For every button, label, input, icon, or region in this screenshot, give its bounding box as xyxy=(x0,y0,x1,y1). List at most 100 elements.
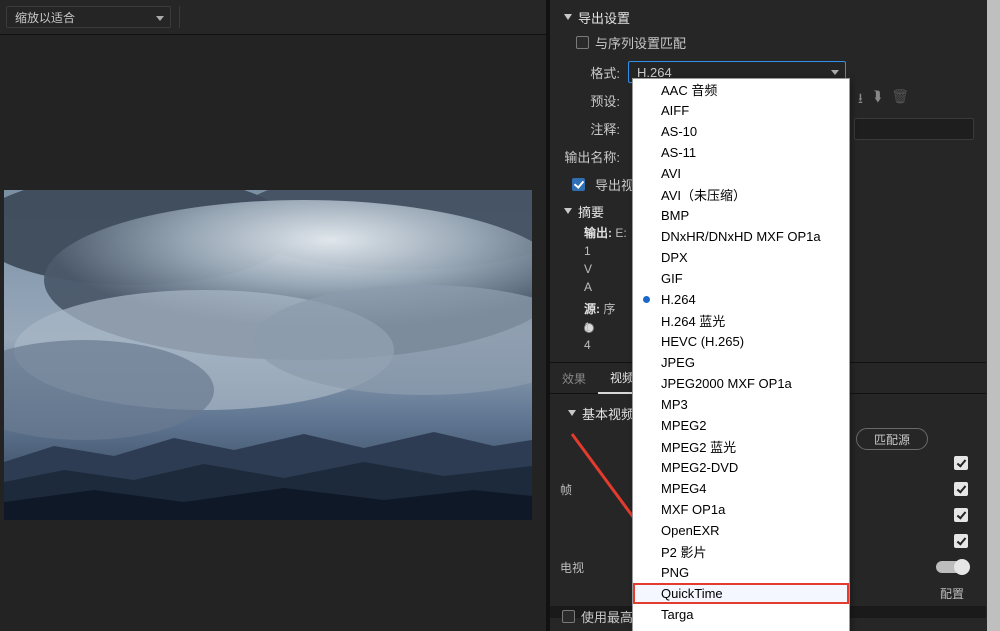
comments-field[interactable] xyxy=(854,118,974,140)
format-option-label: Targa xyxy=(661,607,694,622)
video-check-2[interactable] xyxy=(954,482,968,496)
format-option[interactable]: AIFF xyxy=(633,100,849,121)
format-option-label: PNG xyxy=(661,565,689,580)
format-option[interactable]: H.264 xyxy=(633,289,849,310)
format-option[interactable]: TIFF xyxy=(633,625,849,631)
format-option-label: MPEG4 xyxy=(661,481,707,496)
config-label: 配置 xyxy=(940,585,968,602)
app-root: 缩放以适合 xyxy=(0,0,1000,631)
format-option[interactable]: JPEG xyxy=(633,352,849,373)
match-sequence-checkbox[interactable] xyxy=(576,36,589,49)
format-option-label: P2 影片 xyxy=(661,542,707,561)
fit-select-label: 缩放以适合 xyxy=(15,9,75,26)
format-option-label: MPEG2 xyxy=(661,418,707,433)
left-panel: 缩放以适合 xyxy=(0,0,550,631)
format-label: 格式: xyxy=(550,63,628,82)
format-option[interactable]: AS-11 xyxy=(633,142,849,163)
format-option-label: MXF OP1a xyxy=(661,502,725,517)
download-icon[interactable]: ⭳ xyxy=(858,88,863,112)
summary-source-label: 源: xyxy=(584,302,600,316)
format-option-label: JPEG2000 MXF OP1a xyxy=(661,376,792,391)
toolbar-separator xyxy=(179,6,187,28)
selected-dot-icon xyxy=(643,296,650,303)
preview-area xyxy=(4,190,532,520)
format-option-label: BMP xyxy=(661,208,689,223)
fit-select[interactable]: 缩放以适合 xyxy=(6,6,171,28)
format-option[interactable]: AS-10 xyxy=(633,121,849,142)
preset-icons: ⭳ ⮯ 🗑 xyxy=(858,88,909,112)
format-option[interactable]: BMP xyxy=(633,205,849,226)
format-option-label: HEVC (H.265) xyxy=(661,334,744,349)
preview-image xyxy=(4,190,532,520)
preset-label: 预设: xyxy=(550,91,628,110)
format-option-label: MPEG2 蓝光 xyxy=(661,437,736,456)
format-dropdown[interactable]: AAC 音频 AIFF AS-10 AS-11 AVI AVI（未压缩） BMP DNxHR/… xyxy=(632,78,850,631)
format-option[interactable]: MPEG2 xyxy=(633,415,849,436)
format-option[interactable]: MPEG4 xyxy=(633,478,849,499)
format-option-label: AIFF xyxy=(661,103,689,118)
left-toolbar: 缩放以适合 xyxy=(0,0,546,35)
format-option-label: H.264 蓝光 xyxy=(661,311,725,330)
format-option[interactable]: PNG xyxy=(633,562,849,583)
format-option-label: JPEG xyxy=(661,355,695,370)
match-sequence-label: 与序列设置匹配 xyxy=(595,33,686,52)
format-option[interactable]: MPEG2-DVD xyxy=(633,457,849,478)
format-option-label: AVI（未压缩） xyxy=(661,185,746,204)
comments-label: 注释: xyxy=(550,119,628,138)
format-option[interactable]: GIF xyxy=(633,268,849,289)
format-option[interactable]: JPEG2000 MXF OP1a xyxy=(633,373,849,394)
frame-label: 帧 xyxy=(560,481,588,498)
summary-output-label: 输出: xyxy=(584,226,612,240)
summary-title: 摘要 xyxy=(578,202,604,221)
chevron-down-icon xyxy=(564,14,572,20)
format-option[interactable]: OpenEXR xyxy=(633,520,849,541)
chevron-down-icon xyxy=(831,70,839,75)
export-settings-header[interactable]: 导出设置 xyxy=(550,4,986,30)
format-option[interactable]: MPEG2 蓝光 xyxy=(633,436,849,457)
format-option[interactable]: DNxHR/DNxHD MXF OP1a xyxy=(633,226,849,247)
tv-toggle[interactable] xyxy=(936,561,968,573)
video-check-3[interactable] xyxy=(954,508,968,522)
video-check-1[interactable] xyxy=(954,456,968,470)
format-option[interactable]: HEVC (H.265) xyxy=(633,331,849,352)
match-source-button[interactable]: 匹配源 xyxy=(856,428,928,450)
trash-icon[interactable]: 🗑 xyxy=(891,88,909,112)
tv-label: 电视 xyxy=(560,559,588,576)
match-sequence-row[interactable]: 与序列设置匹配 xyxy=(550,30,986,54)
right-inner: 导出设置 与序列设置匹配 格式: H.264 预设: ⭳ ⮯ xyxy=(550,0,986,631)
format-option-label: AVI xyxy=(661,166,681,181)
format-option[interactable]: Targa xyxy=(633,604,849,625)
format-option[interactable]: AVI（未压缩） xyxy=(633,184,849,205)
vertical-scrollbar[interactable] xyxy=(987,0,1000,631)
format-option-label: OpenEXR xyxy=(661,523,720,538)
format-option[interactable]: P2 影片 xyxy=(633,541,849,562)
format-option-label: MP3 xyxy=(661,397,688,412)
send-queue-icon[interactable]: ⮯ xyxy=(873,88,881,112)
summary-out-l1: E: xyxy=(615,226,626,240)
chevron-down-icon xyxy=(564,208,572,214)
format-option[interactable]: AVI xyxy=(633,163,849,184)
format-option-label: MPEG2-DVD xyxy=(661,460,738,475)
format-option[interactable]: MXF OP1a xyxy=(633,499,849,520)
chevron-down-icon xyxy=(568,410,576,416)
tab-effects[interactable]: 效果 xyxy=(550,362,598,394)
format-option-label: AAC 音频 xyxy=(661,80,717,99)
format-option[interactable]: MP3 xyxy=(633,394,849,415)
right-panel: 导出设置 与序列设置匹配 格式: H.264 预设: ⭳ ⮯ xyxy=(550,0,1000,631)
export-settings-title: 导出设置 xyxy=(578,8,630,27)
format-option-label: AS-10 xyxy=(661,124,697,139)
format-option-label: DPX xyxy=(661,250,688,265)
output-name-label: 输出名称: xyxy=(550,147,628,166)
chevron-down-icon xyxy=(156,16,164,21)
format-option-label: H.264 xyxy=(661,292,696,307)
summary-src-l1: 序 xyxy=(603,302,615,316)
format-option[interactable]: DPX xyxy=(633,247,849,268)
format-option-label: DNxHR/DNxHD MXF OP1a xyxy=(661,229,821,244)
format-option[interactable]: AAC 音频 xyxy=(633,79,849,100)
format-option[interactable]: H.264 蓝光 xyxy=(633,310,849,331)
export-video-checkbox[interactable] xyxy=(572,178,585,191)
use-max-render-checkbox[interactable] xyxy=(562,610,575,623)
format-option-label: AS-11 xyxy=(661,145,696,160)
video-check-4[interactable] xyxy=(954,534,968,548)
format-option[interactable]: QuickTime xyxy=(633,583,849,604)
